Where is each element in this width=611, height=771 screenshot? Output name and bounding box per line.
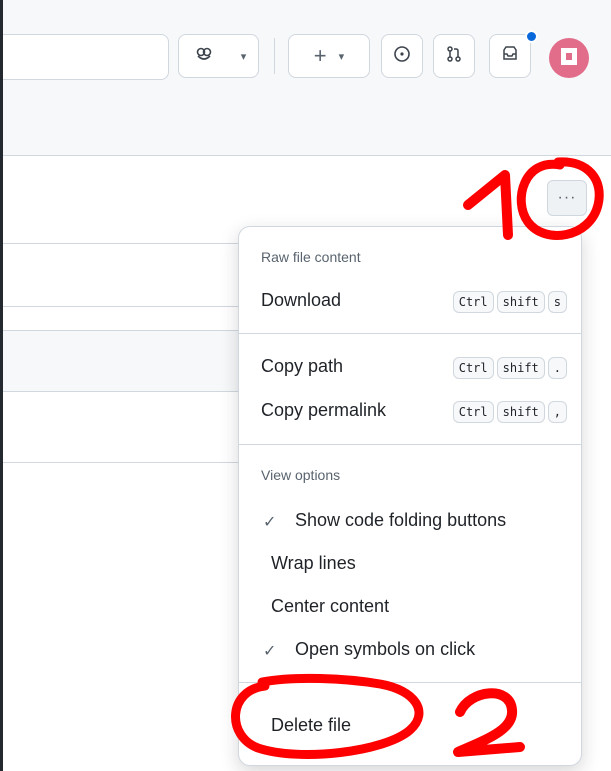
check-icon: ✓ [263,643,277,660]
kebab-horizontal-icon: ··· [557,189,577,206]
menu-item-label: Open symbols on click [295,639,476,659]
inbox-button[interactable] [489,34,531,78]
chevron-down-icon: ▾ [338,50,345,63]
keyboard-shortcut: Ctrl shift s [452,291,567,313]
menu-item-label: Download [261,290,342,310]
menu-section-view: View options [261,467,341,483]
pull-requests-button[interactable] [433,34,475,78]
check-icon: ✓ [263,514,277,531]
inbox-icon [501,45,519,68]
file-header-bar [3,330,243,392]
more-options-button[interactable]: ··· [547,180,587,216]
menu-item-label: Center content [271,596,390,616]
menu-item-label: Copy path [261,356,344,376]
keyboard-shortcut: Ctrl shift , [452,401,567,423]
copilot-icon [195,45,213,68]
issues-button[interactable] [381,34,423,78]
create-new-button[interactable]: + ▾ [288,34,370,78]
issues-icon [393,45,411,68]
notification-dot [525,30,538,43]
keyboard-shortcut: Ctrl shift . [452,357,567,379]
menu-divider [239,444,581,445]
menu-item-label: Delete file [271,715,352,735]
menu-section-raw: Raw file content [261,249,361,265]
avatar[interactable] [549,38,589,78]
content-divider [3,306,243,307]
pull-request-icon [445,45,463,68]
search-input[interactable] [3,34,169,80]
menu-divider [239,333,581,334]
content-divider [3,462,243,463]
menu-item-label: Wrap lines [271,553,356,573]
menu-item-label: Show code folding buttons [295,510,507,530]
copilot-button[interactable] [178,34,230,78]
content-divider [3,243,243,244]
menu-item-label: Copy permalink [261,400,387,420]
menu-divider [239,682,581,683]
top-header: ▾ + ▾ [3,0,611,156]
header-divider [274,38,275,74]
chevron-down-icon: ▾ [240,50,247,63]
plus-icon: + [313,43,327,68]
copilot-dropdown-button[interactable]: ▾ [229,34,259,78]
file-options-menu: Raw file content Download Ctrl shift s C… [238,226,582,766]
